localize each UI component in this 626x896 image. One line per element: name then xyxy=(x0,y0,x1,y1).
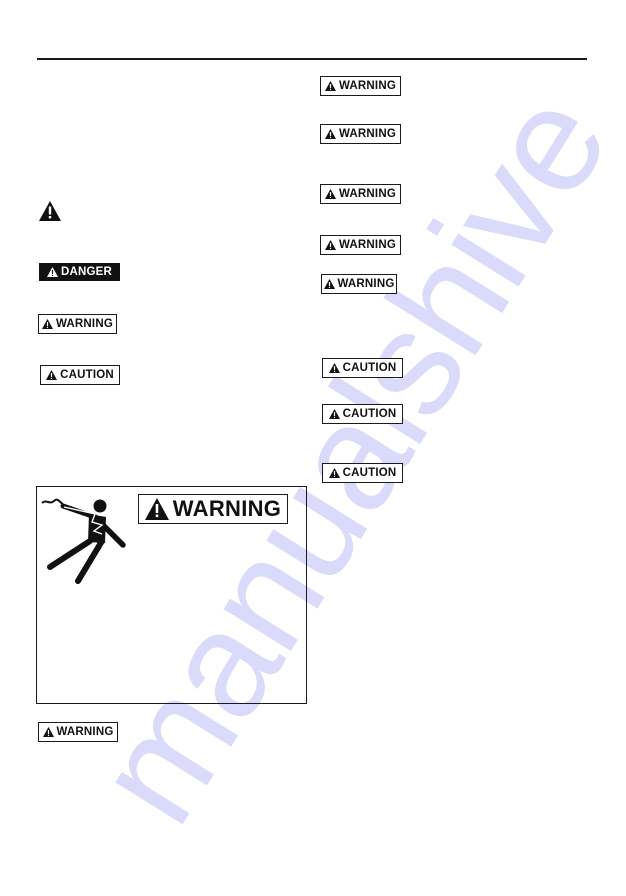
warning-triangle-icon xyxy=(39,201,61,221)
warning-triangle-icon xyxy=(325,240,336,250)
caution-label: CAUTION xyxy=(322,358,403,378)
warning-label: WARNING xyxy=(38,722,118,742)
warning-triangle-icon xyxy=(328,409,340,419)
caution-label: CAUTION xyxy=(322,463,403,483)
warning-label: WARNING xyxy=(320,184,401,204)
danger-label: DANGER xyxy=(39,263,120,281)
warning-triangle-icon xyxy=(325,189,336,199)
warning-triangle-icon xyxy=(328,468,340,478)
caution-label: CAUTION xyxy=(322,404,403,424)
header-rule xyxy=(37,58,587,60)
warning-triangle-icon xyxy=(46,267,58,277)
warning-triangle-icon xyxy=(325,81,336,91)
warning-triangle-icon xyxy=(42,319,53,329)
warning-label: WARNING xyxy=(320,124,401,144)
warning-triangle-icon xyxy=(46,370,58,380)
warning-triangle-icon xyxy=(323,279,335,289)
warning-label-large: WARNING xyxy=(138,494,288,524)
warning-label: WARNING xyxy=(320,76,401,96)
watermark: manualshive xyxy=(61,65,626,851)
caution-label: CAUTION xyxy=(40,365,120,385)
warning-label: WARNING xyxy=(38,314,117,334)
warning-label: WARNING xyxy=(320,235,401,255)
warning-label: WARNING xyxy=(321,274,397,294)
warning-triangle-icon xyxy=(328,363,340,373)
warning-triangle-icon xyxy=(42,727,54,737)
electrocution-hazard-icon xyxy=(41,498,126,584)
electrical-shock-warning-box: WARNING xyxy=(36,486,307,704)
warning-triangle-icon xyxy=(325,129,336,139)
warning-triangle-icon xyxy=(144,498,169,520)
